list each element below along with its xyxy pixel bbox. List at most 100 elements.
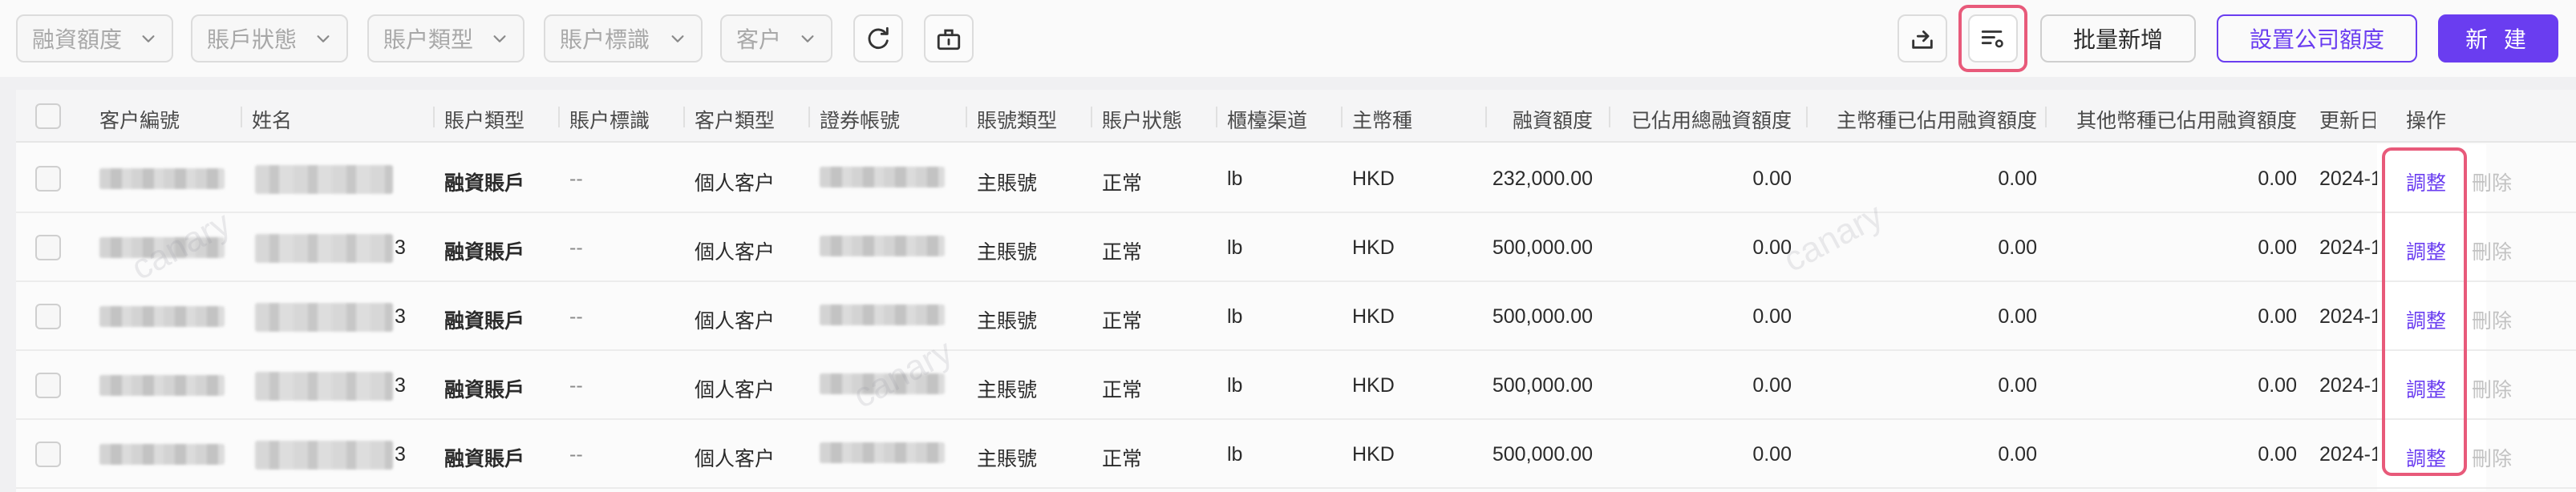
cell-customer-type: 個人客户 xyxy=(695,310,776,333)
filter-customer[interactable]: 客户 xyxy=(720,14,832,63)
cell-status: 正常 xyxy=(1102,448,1143,470)
adjust-link[interactable]: 調整 xyxy=(2406,236,2446,265)
redacted-customer-no xyxy=(99,168,225,189)
refresh-button[interactable] xyxy=(853,14,903,63)
filter-label: 賬户標識 xyxy=(560,27,650,52)
adjust-link[interactable]: 調整 xyxy=(2406,167,2446,196)
row-checkbox[interactable] xyxy=(35,235,61,260)
col-securities-account[interactable]: 證券帳號 xyxy=(808,105,900,134)
table-row: 融資賬戶 -- 個人客户 主賬號 正常 lb HKD 232,000.00 0.… xyxy=(16,144,2576,213)
delete-link[interactable]: 刪除 xyxy=(2472,374,2512,403)
cell-currency: HKD xyxy=(1352,305,1395,328)
col-main-currency[interactable]: 主幣種 xyxy=(1340,105,1412,134)
redacted-securities-account xyxy=(820,304,945,325)
cell-status: 正常 xyxy=(1102,379,1143,401)
chevron-down-icon xyxy=(493,35,506,42)
cell-used-other: 0.00 xyxy=(2258,374,2297,397)
cell-currency: HKD xyxy=(1352,374,1395,397)
name-suffix: 3 xyxy=(395,305,406,328)
delete-link[interactable]: 刪除 xyxy=(2472,236,2512,265)
set-company-limit-button[interactable]: 設置公司額度 xyxy=(2217,14,2417,63)
filter-label: 客户 xyxy=(736,27,782,52)
filter-account-type[interactable]: 賬户類型 xyxy=(367,14,525,63)
filter-financing-limit[interactable]: 融資額度 xyxy=(16,14,173,63)
chevron-down-icon xyxy=(671,35,684,42)
cell-used-total: 0.00 xyxy=(1752,374,1792,397)
cell-currency: HKD xyxy=(1352,236,1395,259)
cell-currency: HKD xyxy=(1352,443,1395,466)
col-channel[interactable]: 櫃檯渠道 xyxy=(1215,105,1307,134)
adjust-link[interactable]: 調整 xyxy=(2406,305,2446,334)
filter-account-status[interactable]: 賬戶狀態 xyxy=(191,14,348,63)
cell-account-no-type: 主賬號 xyxy=(977,448,1038,470)
cell-used-other: 0.00 xyxy=(2258,305,2297,328)
cell-financing-limit: 500,000.00 xyxy=(1492,374,1593,397)
col-name[interactable]: 姓名 xyxy=(240,105,292,134)
cell-channel: lb xyxy=(1227,374,1243,397)
filter-account-tag[interactable]: 賬户標識 xyxy=(544,14,703,63)
select-all-checkbox[interactable] xyxy=(35,103,61,129)
redacted-customer-no xyxy=(99,306,225,327)
redacted-customer-no xyxy=(99,444,225,465)
column-settings-button[interactable] xyxy=(1968,14,2018,63)
cell-used-other: 0.00 xyxy=(2258,167,2297,190)
delete-link[interactable]: 刪除 xyxy=(2472,305,2512,334)
redacted-securities-account xyxy=(820,373,945,394)
row-checkbox[interactable] xyxy=(35,442,61,467)
export-icon xyxy=(1912,30,1933,49)
cell-updated: 2024-1 xyxy=(2319,443,2377,466)
delete-link[interactable]: 刪除 xyxy=(2472,167,2512,196)
col-updated[interactable]: 更新日期 xyxy=(2319,105,2376,134)
redacted-securities-account xyxy=(820,236,945,256)
new-button[interactable]: 新 建 xyxy=(2438,14,2558,63)
row-checkbox[interactable] xyxy=(35,166,61,192)
cell-updated: 2024-1 xyxy=(2319,305,2377,328)
cell-channel: lb xyxy=(1227,443,1243,466)
cell-used-main: 0.00 xyxy=(1998,305,2037,328)
col-account-type[interactable]: 賬户類型 xyxy=(432,105,525,134)
cell-financing-limit: 232,000.00 xyxy=(1492,167,1593,190)
redacted-name xyxy=(255,165,393,194)
col-used-other[interactable]: 其他幣種已佔用融資額度 xyxy=(2045,105,2297,134)
cell-account-no-type: 主賬號 xyxy=(977,310,1038,333)
row-checkbox[interactable] xyxy=(35,304,61,329)
redacted-customer-no xyxy=(99,237,225,258)
cell-used-other: 0.00 xyxy=(2258,443,2297,466)
cell-customer-type: 個人客户 xyxy=(695,379,776,401)
cell-channel: lb xyxy=(1227,305,1243,328)
filter-label: 賬户類型 xyxy=(383,27,474,52)
col-account-tag[interactable]: 賬户標識 xyxy=(557,105,650,134)
table-row: 3 融資賬戶 -- 個人客户 主賬號 正常 lb HKD 500,000.00 … xyxy=(16,282,2576,351)
col-customer-type[interactable]: 客户類型 xyxy=(682,105,775,134)
cell-updated: 2024-1 xyxy=(2319,374,2377,397)
cell-used-total: 0.00 xyxy=(1752,305,1792,328)
cell-updated: 2024-1 xyxy=(2319,236,2377,259)
row-checkbox[interactable] xyxy=(35,373,61,398)
cell-customer-type: 個人客户 xyxy=(695,172,776,195)
col-actions: 操作 xyxy=(2406,110,2447,132)
clear-button[interactable] xyxy=(924,14,974,63)
table-header: 客户編號 姓名 賬户類型 賬户標識 客户類型 證券帳號 賬號類型 賬户狀態 櫃檯… xyxy=(16,90,2576,143)
name-suffix: 3 xyxy=(395,443,406,466)
col-account-no-type[interactable]: 賬號類型 xyxy=(965,105,1057,134)
col-used-main[interactable]: 主幣種已佔用融資額度 xyxy=(1806,105,2037,134)
col-used-total[interactable]: 已佔用總融資額度 xyxy=(1609,105,1792,134)
col-financing-limit[interactable]: 融資額度 xyxy=(1485,105,1593,134)
delete-link[interactable]: 刪除 xyxy=(2472,443,2512,472)
table-row: 3 融資賬戶 -- 個人客户 主賬號 正常 lb HKD 500,000.00 … xyxy=(16,420,2576,489)
filter-label: 融資額度 xyxy=(32,27,123,52)
cell-account-tag: -- xyxy=(569,374,583,397)
adjust-link[interactable]: 調整 xyxy=(2406,374,2446,403)
batch-add-button[interactable]: 批量新增 xyxy=(2040,14,2196,63)
cell-currency: HKD xyxy=(1352,167,1395,190)
cell-account-type: 融資賬戶 xyxy=(444,172,525,195)
cell-account-tag: -- xyxy=(569,305,583,328)
col-customer-no[interactable]: 客户編號 xyxy=(99,105,180,134)
adjust-link[interactable]: 調整 xyxy=(2406,443,2446,472)
col-account-status[interactable]: 賬户狀態 xyxy=(1090,105,1182,134)
export-button[interactable] xyxy=(1898,14,1947,63)
redacted-name xyxy=(255,372,393,401)
redacted-name xyxy=(255,303,393,332)
chevron-down-icon xyxy=(142,35,155,42)
clear-icon xyxy=(937,29,961,50)
